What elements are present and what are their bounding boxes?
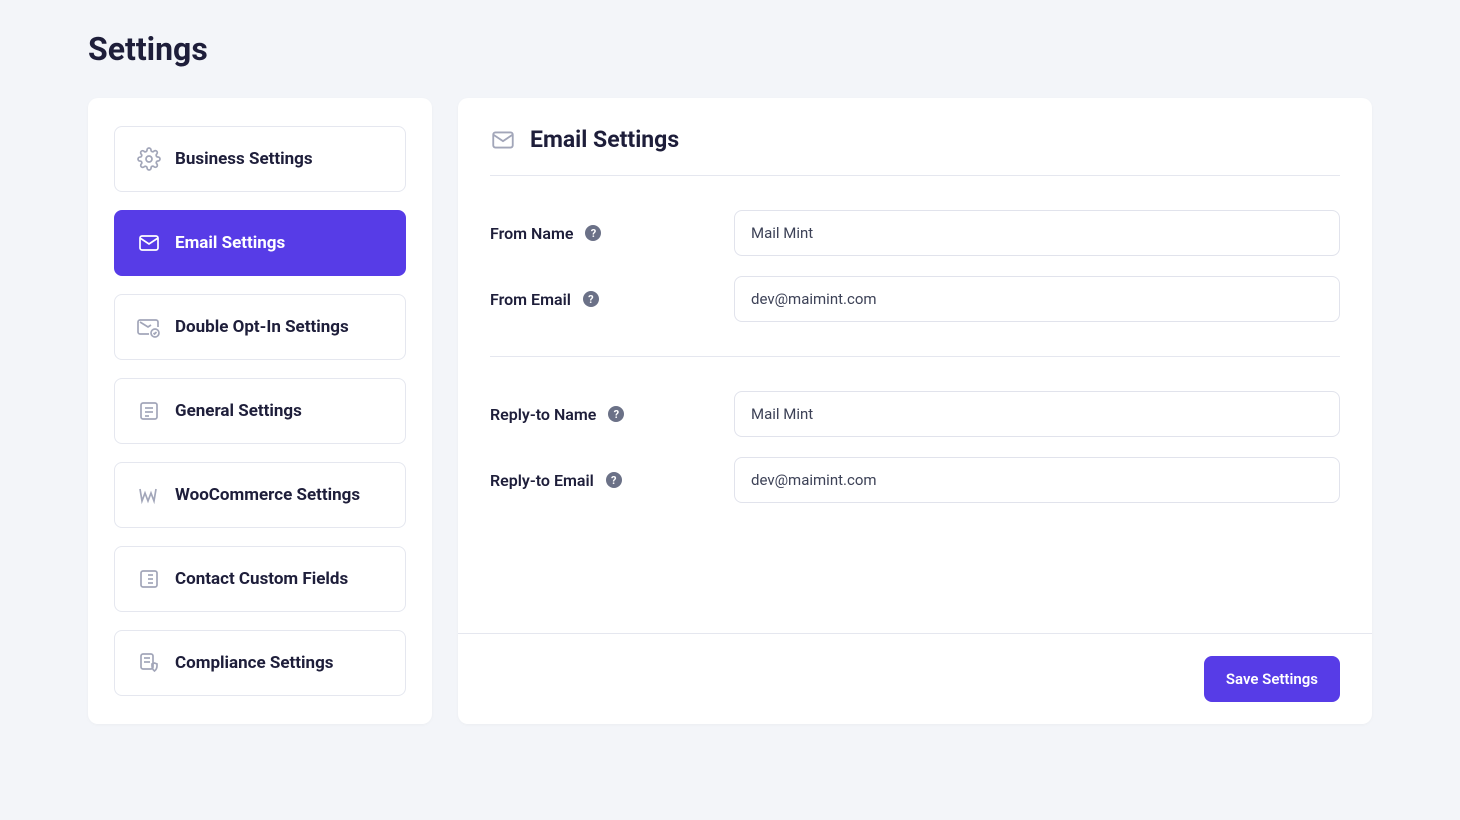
settings-sidebar: Business Settings Email Settings: [88, 98, 432, 724]
from-email-label: From Email ?: [490, 290, 734, 309]
sidebar-item-label: WooCommerce Settings: [175, 485, 360, 505]
sidebar-item-label: Double Opt-In Settings: [175, 317, 349, 337]
page-title: Settings: [88, 30, 1372, 68]
mail-icon: [490, 127, 516, 153]
save-settings-button[interactable]: Save Settings: [1204, 656, 1340, 702]
form-row-from-email: From Email ?: [490, 276, 1340, 322]
sidebar-item-label: Contact Custom Fields: [175, 569, 348, 589]
sidebar-item-label: Email Settings: [175, 233, 285, 253]
sidebar-item-email[interactable]: Email Settings: [114, 210, 406, 276]
reply-name-input[interactable]: [734, 391, 1340, 437]
from-name-label: From Name ?: [490, 224, 734, 243]
panel-title: Email Settings: [530, 126, 679, 153]
sidebar-item-general[interactable]: General Settings: [114, 378, 406, 444]
sidebar-item-double-optin[interactable]: Double Opt-In Settings: [114, 294, 406, 360]
form-row-from-name: From Name ?: [490, 210, 1340, 256]
from-name-input[interactable]: [734, 210, 1340, 256]
reply-name-label: Reply-to Name ?: [490, 405, 734, 424]
sidebar-item-custom-fields[interactable]: Contact Custom Fields: [114, 546, 406, 612]
reply-email-label: Reply-to Email ?: [490, 471, 734, 490]
help-icon[interactable]: ?: [608, 406, 624, 422]
panel-header: Email Settings: [458, 98, 1372, 175]
form-section-from: From Name ? From Email ?: [458, 176, 1372, 356]
from-email-input[interactable]: [734, 276, 1340, 322]
help-icon[interactable]: ?: [585, 225, 601, 241]
form-section-reply: Reply-to Name ? Reply-to Email ?: [458, 357, 1372, 537]
woocommerce-icon: [137, 483, 161, 507]
mail-icon: [137, 231, 161, 255]
document-icon: [137, 399, 161, 423]
sidebar-item-label: Business Settings: [175, 149, 313, 169]
form-icon: [137, 567, 161, 591]
mail-check-icon: [137, 315, 161, 339]
shield-document-icon: [137, 651, 161, 675]
help-icon[interactable]: ?: [606, 472, 622, 488]
sidebar-item-label: General Settings: [175, 401, 302, 421]
gear-icon: [137, 147, 161, 171]
main-panel: Email Settings From Name ? From Email ?: [458, 98, 1372, 724]
panel-footer: Save Settings: [458, 633, 1372, 724]
sidebar-item-compliance[interactable]: Compliance Settings: [114, 630, 406, 696]
help-icon[interactable]: ?: [583, 291, 599, 307]
sidebar-item-business[interactable]: Business Settings: [114, 126, 406, 192]
form-row-reply-email: Reply-to Email ?: [490, 457, 1340, 503]
reply-email-input[interactable]: [734, 457, 1340, 503]
form-row-reply-name: Reply-to Name ?: [490, 391, 1340, 437]
sidebar-item-label: Compliance Settings: [175, 653, 334, 673]
sidebar-item-woocommerce[interactable]: WooCommerce Settings: [114, 462, 406, 528]
